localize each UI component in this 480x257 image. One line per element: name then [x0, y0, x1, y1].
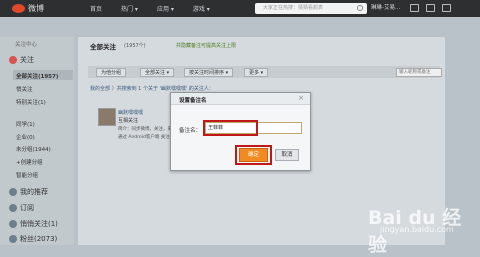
breadcrumb: 我的全部 〉共搜索到 1 个关于 '幽默嘿嘿嘿' 的关注人： [90, 86, 214, 92]
sidebar [0, 37, 74, 245]
follow-search-input[interactable]: 输入昵称或备注 [396, 68, 442, 77]
remark-dialog: 设置备注名 × 备注名： 王菲菲 确定 取消 [170, 92, 311, 171]
mutual-follow-badge: 互相关注 [118, 118, 139, 124]
page-title: 全部关注 [90, 43, 116, 51]
all-follow-dropdown[interactable]: 全部关注 ▾ [140, 68, 175, 77]
sidebar-smart-group[interactable]: 智能分组 [16, 171, 38, 179]
nav-games[interactable]: 游戏 ▾ [193, 4, 210, 13]
sidebar-item-classmates[interactable]: 同学(1) [16, 120, 35, 128]
sidebar-fans-label: 粉丝(2073) [20, 235, 58, 243]
sidebar-recommend-label: 我的推荐 [20, 188, 48, 196]
sidebar-item-ungrouped[interactable]: 未分组(1944) [16, 145, 51, 153]
main-nav: 首页 热门 ▾ 应用 ▾ 游戏 ▾ [90, 0, 229, 17]
fans-icon [9, 235, 17, 243]
sidebar-subscribe-label: 订阅 [20, 204, 34, 212]
logo-text: 微博 [28, 4, 44, 13]
sidebar-item-quiet-follow[interactable]: 悄关注 [16, 85, 33, 93]
group-button[interactable]: 为他分组 [96, 68, 127, 77]
settings-icon[interactable] [442, 4, 451, 12]
search-icon[interactable] [357, 5, 363, 11]
message-icon[interactable] [426, 4, 435, 12]
edit-icon[interactable] [410, 4, 419, 12]
nav-home[interactable]: 首页 [90, 4, 102, 13]
user-bio: 简介：同步微博，关注，来自 [118, 127, 177, 132]
rss-icon [9, 204, 17, 212]
highlight-box-input [203, 120, 258, 136]
user-name[interactable]: 幽默嘿嘿嘿 [118, 109, 143, 116]
people-icon [9, 220, 17, 228]
sidebar-section-title: 关注中心 [15, 42, 38, 48]
sidebar-create-group[interactable]: +创建分组 [16, 158, 43, 166]
watermark-url: jingyan.baidu.com [380, 225, 454, 234]
search-input[interactable]: 大家正在热搜：猜猜看颜表 [255, 3, 367, 14]
sidebar-follow-label: 关注 [20, 56, 34, 64]
weibo-logo[interactable]: 微博 [12, 3, 44, 14]
person-icon [9, 56, 17, 64]
sidebar-item-special-follow[interactable]: 特别关注(1) [16, 98, 46, 106]
sidebar-mutual-label: 悄悄关注(1) [20, 220, 58, 228]
notice-link[interactable]: 共隐藏备注可提高关注上限 [176, 42, 236, 49]
sidebar-recommend[interactable]: 我的推荐 [9, 187, 48, 197]
weibo-eye-icon [12, 4, 25, 13]
close-icon[interactable]: × [298, 94, 304, 102]
sidebar-mutual[interactable]: 悄悄关注(1) [9, 219, 58, 229]
top-navigation-bar: 微博 [0, 0, 480, 17]
nav-hot[interactable]: 热门 ▾ [121, 4, 138, 13]
sidebar-item-all-follows[interactable]: 全部关注(1957) [16, 72, 58, 80]
search-placeholder: 大家正在热搜：猜猜看颜表 [263, 5, 324, 11]
sidebar-follow[interactable]: 关注 [9, 55, 34, 65]
sidebar-fans[interactable]: 粉丝(2073) [9, 234, 57, 244]
follow-source: 通过 Android客户端 关注 [118, 135, 170, 140]
highlight-box-confirm [235, 145, 272, 165]
follow-count: (1957个) [124, 43, 146, 49]
sidebar-subscribe[interactable]: 订阅 [9, 203, 34, 213]
cancel-button[interactable]: 取消 [275, 149, 299, 161]
sidebar-item-company[interactable]: 企业(0) [16, 133, 35, 141]
more-dropdown[interactable]: 更多 ▾ [244, 68, 269, 77]
dialog-title: 设置备注名 [179, 98, 207, 104]
sort-dropdown[interactable]: 按关注时间排序 ▾ [184, 68, 234, 77]
remark-label: 备注名： [179, 128, 202, 134]
recommend-icon [9, 188, 17, 196]
user-name-link[interactable]: 琳琳-艾易... [371, 0, 400, 17]
avatar[interactable] [98, 108, 116, 126]
nav-apps[interactable]: 应用 ▾ [157, 4, 174, 13]
